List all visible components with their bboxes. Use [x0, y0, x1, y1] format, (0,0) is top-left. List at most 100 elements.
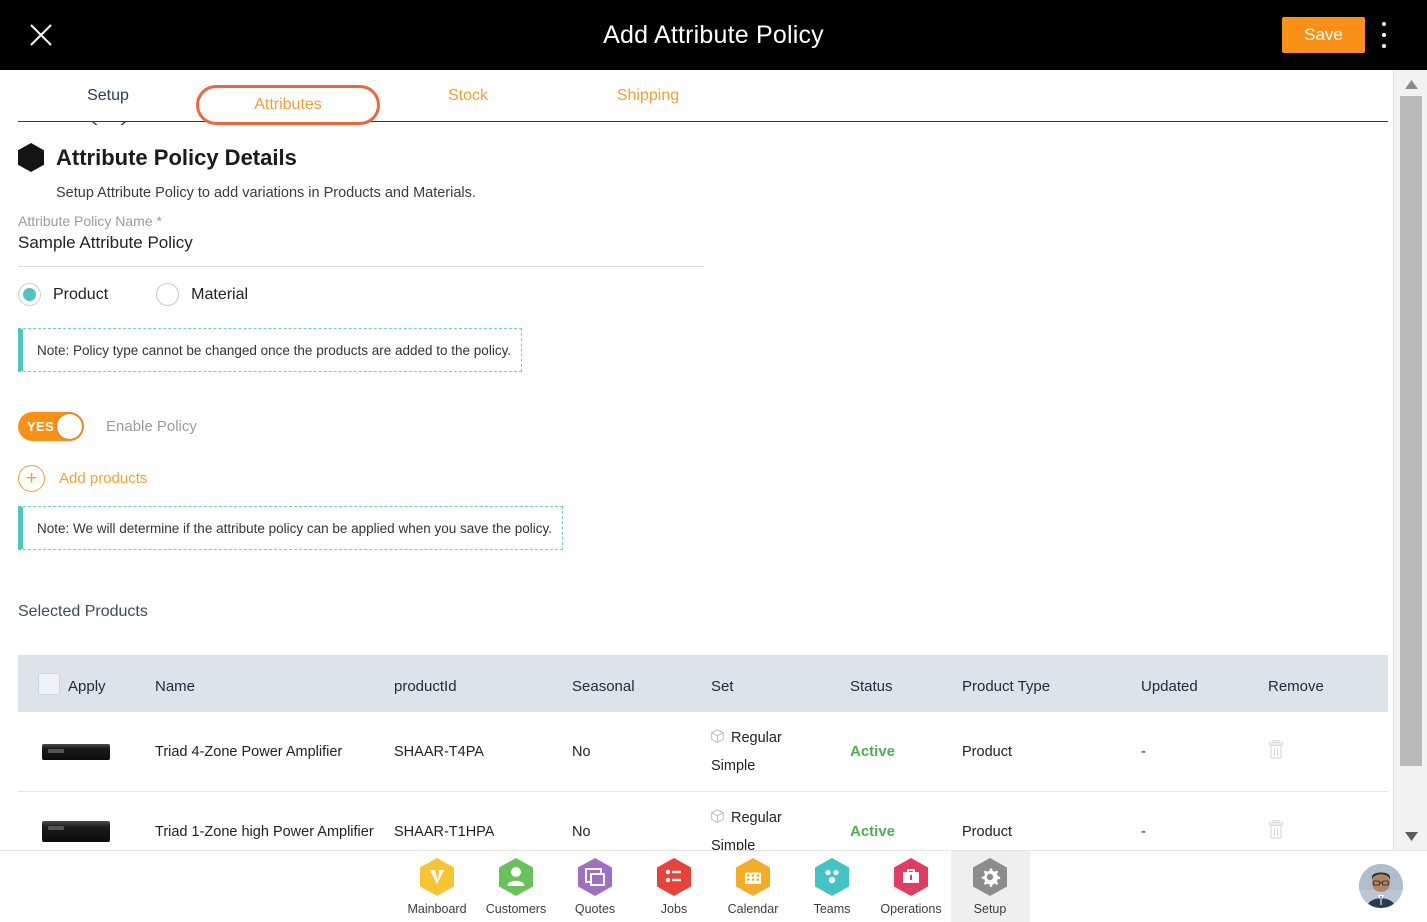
enable-policy-toggle[interactable]: YES — [18, 412, 84, 441]
plus-circle-icon: + — [18, 465, 45, 492]
save-button[interactable]: Save — [1282, 17, 1365, 53]
tab-shipping[interactable]: Shipping — [580, 70, 716, 121]
enable-policy-row: YES Enable Policy — [18, 412, 197, 441]
nav-item-calendar[interactable]: Calendar — [714, 851, 793, 922]
nav-item-operations[interactable]: Operations — [872, 851, 951, 922]
radio-product-dot — [23, 288, 36, 301]
row-name: Triad 1-Zone high Power Amplifier — [155, 823, 374, 840]
row-productid: SHAAR-T4PA — [394, 743, 484, 760]
column-updated: Updated — [1141, 678, 1198, 695]
policy-name-input[interactable] — [18, 233, 698, 253]
hexagon-icon — [18, 143, 44, 172]
enable-policy-label: Enable Policy — [106, 418, 197, 435]
row-remove-cell — [1268, 740, 1378, 763]
vertical-scrollbar[interactable] — [1393, 70, 1427, 850]
column-name: Name — [155, 678, 196, 695]
selected-products-title: Selected Products — [18, 603, 148, 620]
row-product-type: Product — [962, 823, 1012, 840]
radio-material-circle — [156, 283, 180, 306]
nav-label-mainboard: Mainboard — [407, 902, 467, 916]
nav-group: Mainboard Customers Quotes Jobs Calendar… — [398, 850, 1030, 922]
column-status: Status — [850, 678, 893, 695]
tab-attributes[interactable]: Attributes — [196, 85, 380, 125]
row-product-type: Product — [962, 743, 1012, 760]
nav-label-operations: Operations — [880, 902, 942, 916]
note-attribute-policy: Note: We will determine if the attribute… — [18, 506, 563, 550]
policy-type-radio-group: Product Material — [18, 283, 248, 306]
row-set: Regular Simple — [711, 809, 850, 850]
column-productid: productId — [394, 678, 457, 695]
trash-icon[interactable] — [1268, 740, 1284, 763]
nav-item-teams[interactable]: Teams — [793, 851, 872, 922]
row-set-line2: Simple — [711, 758, 756, 774]
power-amplifier-thumbnail — [38, 731, 114, 773]
column-product-type: Product Type — [962, 678, 1051, 695]
policy-name-underline — [18, 266, 704, 267]
table-row[interactable]: Triad 4-Zone Power Amplifier SHAAR-T4PA … — [18, 712, 1388, 792]
note-policy-type: Note: Policy type cannot be changed once… — [18, 328, 522, 372]
nav-item-customers[interactable]: Customers — [477, 851, 556, 922]
add-products-button[interactable]: + Add products — [18, 465, 147, 492]
tab-stock[interactable]: Stock — [410, 70, 526, 121]
add-products-label: Add products — [59, 470, 148, 487]
section-title: Attribute Policy Details — [56, 144, 297, 170]
nav-label-quotes: Quotes — [574, 902, 616, 916]
scroll-up-arrow[interactable] — [1394, 74, 1427, 94]
setup-gear-icon — [972, 857, 1008, 897]
nav-item-mainboard[interactable]: Mainboard — [398, 851, 477, 922]
table-row[interactable]: Triad 1-Zone high Power Amplifier SHAAR-… — [18, 792, 1388, 850]
nav-label-customers: Customers — [485, 902, 547, 916]
policy-name-label: Attribute Policy Name * — [18, 213, 162, 229]
note-policy-type-text: Note: Policy type cannot be changed once… — [37, 342, 512, 358]
calendar-icon — [735, 857, 771, 897]
teams-icon — [814, 857, 850, 897]
operations-icon — [893, 857, 929, 897]
column-seasonal: Seasonal — [572, 678, 635, 695]
radio-material-label: Material — [191, 285, 249, 303]
row-seasonal: No — [572, 743, 591, 760]
row-name: Triad 4-Zone Power Amplifier — [155, 743, 343, 760]
row-updated: - — [1141, 743, 1146, 760]
nav-item-setup[interactable]: Setup — [950, 850, 1030, 922]
section-subtitle: Setup Attribute Policy to add variations… — [56, 185, 476, 201]
nav-item-jobs[interactable]: Jobs — [635, 851, 714, 922]
form-content: Attribute Policy Details Setup Attribute… — [0, 125, 1393, 850]
radio-product-circle — [18, 283, 41, 306]
nav-label-jobs: Jobs — [660, 902, 688, 916]
quotes-icon — [577, 857, 613, 897]
row-updated: - — [1141, 823, 1146, 840]
jobs-icon — [656, 857, 692, 897]
radio-material[interactable]: Material — [156, 283, 248, 306]
select-all-checkbox[interactable] — [38, 673, 60, 695]
scroll-down-arrow[interactable] — [1394, 826, 1427, 846]
customers-icon — [498, 857, 534, 897]
row-set: Regular Simple — [711, 729, 850, 774]
radio-product-label: Product — [53, 285, 109, 303]
note-attribute-policy-text: Note: We will determine if the attribute… — [37, 520, 553, 536]
row-seasonal: No — [572, 823, 591, 840]
table-header-row: Apply Name productId Seasonal Set Status… — [18, 655, 1388, 712]
trash-icon[interactable] — [1268, 820, 1284, 843]
row-thumbnail-cell — [18, 811, 155, 851]
row-set-line1: Regular — [731, 810, 782, 826]
kebab-menu-icon[interactable] — [1373, 19, 1395, 51]
row-set-line1: Regular — [731, 730, 782, 746]
row-productid: SHAAR-T1HPA — [394, 823, 495, 840]
column-set: Set — [711, 678, 734, 695]
radio-product[interactable]: Product — [18, 283, 108, 306]
enable-policy-toggle-value: YES — [27, 419, 54, 434]
nav-label-setup: Setup — [973, 902, 1007, 916]
selected-products-table: Apply Name productId Seasonal Set Status… — [18, 655, 1388, 850]
row-set-line2: Simple — [711, 838, 756, 850]
column-apply-label: Apply — [68, 678, 106, 695]
cube-icon — [711, 729, 724, 747]
tab-setup[interactable]: Setup — [54, 70, 162, 121]
nav-item-quotes[interactable]: Quotes — [556, 851, 635, 922]
row-thumbnail-cell — [18, 731, 155, 773]
power-amplifier-thumbnail — [38, 811, 114, 851]
user-avatar[interactable] — [1359, 864, 1403, 908]
nav-label-teams: Teams — [813, 902, 851, 916]
row-status: Active — [850, 743, 896, 760]
section-header: Attribute Policy Details — [18, 143, 297, 172]
scrollbar-thumb[interactable] — [1400, 96, 1422, 766]
